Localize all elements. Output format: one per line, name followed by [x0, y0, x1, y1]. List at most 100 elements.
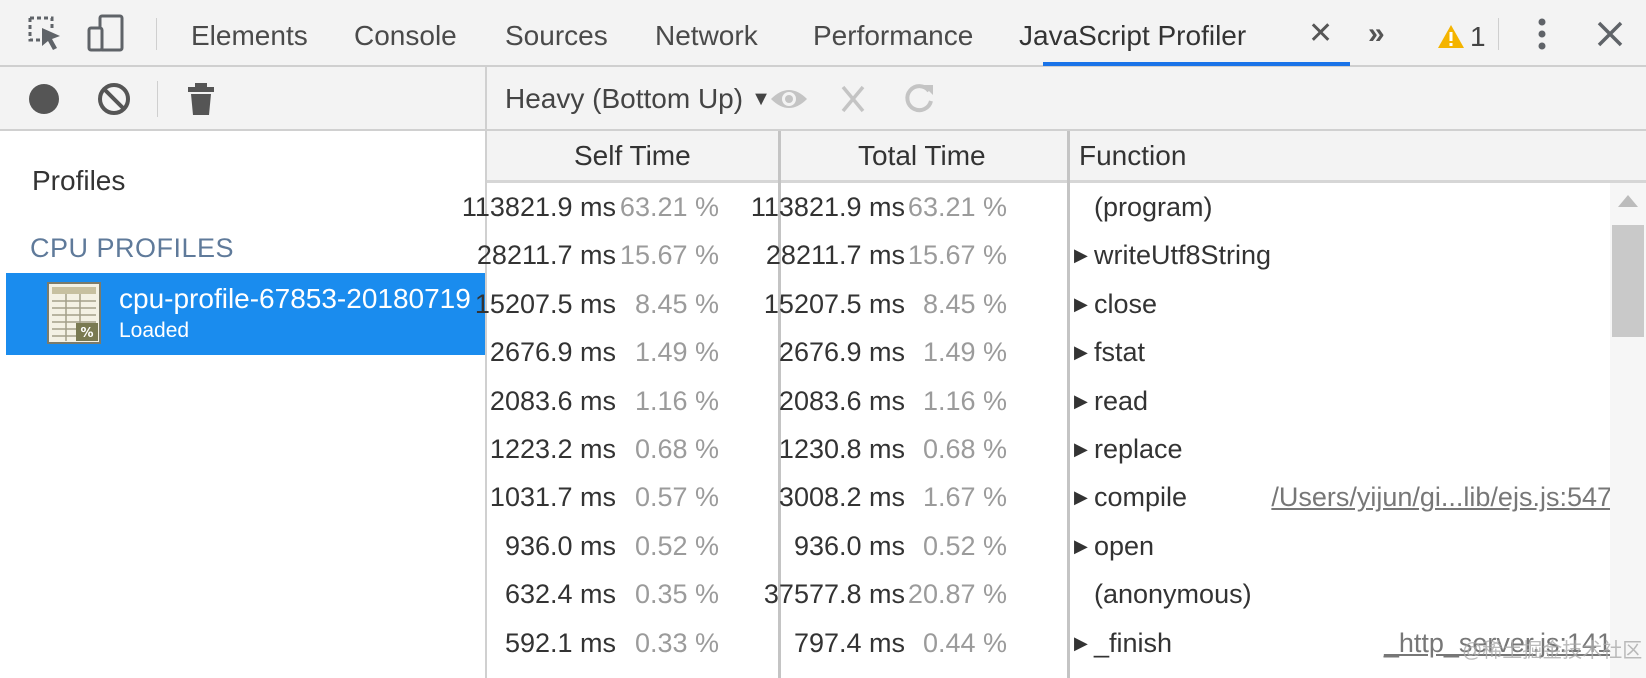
table-row[interactable]: 15207.5 ms 8.45 % 15207.5 ms 8.45 % ▶ clo…	[475, 280, 1612, 328]
devtools-tab-bar: Elements Console Sources Network Perform…	[0, 0, 1646, 67]
warning-count[interactable]: 1	[1470, 17, 1486, 57]
tab-performance[interactable]: Performance	[813, 0, 973, 65]
column-header-self-time[interactable]: Self Time	[574, 131, 691, 180]
function-name: read	[1094, 385, 1149, 416]
profile-item-selected[interactable]: % cpu-profile-67853-20180719 Loaded	[6, 273, 485, 355]
column-header-function[interactable]: Function	[1079, 131, 1186, 180]
self-time-value: 2676.9 ms	[489, 337, 616, 368]
cpu-profile-icon: %	[47, 282, 101, 344]
device-toolbar-icon[interactable]	[86, 14, 126, 54]
function-cell: ▶ compile	[1074, 473, 1187, 524]
function-name: fstat	[1094, 337, 1146, 368]
focus-selected-function-icon[interactable]	[769, 81, 809, 117]
self-time-value: 113821.9 ms	[461, 192, 616, 222]
total-time-value: 797.4 ms	[793, 627, 905, 658]
function-name: compile	[1094, 482, 1188, 513]
expand-triangle-icon[interactable]: ▶	[1074, 377, 1094, 425]
active-tab-indicator	[1043, 62, 1350, 66]
table-row[interactable]: 936.0 ms 0.52 % 936.0 ms 0.52 % ▶ open	[487, 522, 1612, 570]
expand-triangle-icon[interactable]: ▶	[1074, 231, 1094, 279]
close-tab-icon[interactable]: ✕	[1308, 16, 1333, 52]
expand-triangle-icon[interactable]: ▶	[1074, 280, 1094, 328]
total-time-value: 1230.8 ms	[778, 433, 905, 464]
profiles-sidebar: Profiles CPU PROFILES % cpu-profile-6785…	[0, 67, 487, 678]
table-row[interactable]: 1223.2 ms 0.68 % 1230.8 ms 0.68 % ▶ repla…	[487, 425, 1612, 473]
watermark: @稀土掘金技术社区	[1462, 640, 1643, 662]
self-time-value: 15207.5 ms	[474, 288, 616, 319]
profiles-toolbar	[0, 67, 485, 131]
total-time-percent: 63.21 %	[907, 192, 1007, 222]
function-name: (program)	[1094, 192, 1213, 222]
total-time-value: 113821.9 ms	[750, 192, 905, 222]
total-time-value: 15207.5 ms	[763, 288, 905, 319]
function-cell: ▶ fstat	[1074, 328, 1145, 379]
more-options-icon[interactable]	[1530, 14, 1554, 54]
inspect-element-icon[interactable]	[26, 14, 66, 54]
total-time-percent: 0.68 %	[922, 433, 1007, 464]
function-cell: ▶ replace	[1074, 425, 1183, 476]
function-cell: ▶ _finish	[1074, 619, 1172, 670]
tab-sources[interactable]: Sources	[505, 0, 608, 65]
view-mode-select[interactable]: Heavy (Bottom Up) ▼	[505, 79, 771, 122]
toolbar-divider	[156, 18, 157, 50]
expand-triangle-icon[interactable]: ▶	[1074, 619, 1094, 667]
expand-triangle-icon[interactable]: ▶	[1074, 473, 1094, 521]
expand-triangle-icon[interactable]: ▶	[1074, 328, 1094, 376]
tab-console[interactable]: Console	[354, 0, 457, 65]
total-time-percent: 1.16 %	[922, 385, 1007, 416]
profiles-title: Profiles	[32, 165, 126, 196]
total-time-percent: 1.49 %	[922, 337, 1007, 368]
table-row[interactable]: 113821.9 ms 63.21 % 113821.9 ms 63.21 % …	[462, 183, 1612, 231]
expand-triangle-icon[interactable]: ▶	[1074, 425, 1094, 473]
function-cell: ▶ writeUtf8String	[1074, 231, 1271, 282]
self-time-percent: 15.67 %	[619, 240, 719, 271]
function-name: close	[1094, 288, 1158, 319]
self-time-percent: 0.35 %	[634, 579, 719, 610]
total-time-value: 2676.9 ms	[778, 337, 905, 368]
total-time-percent: 8.45 %	[922, 288, 1007, 319]
table-row[interactable]: 28211.7 ms 15.67 % 28211.7 ms 15.67 % ▶ w…	[477, 231, 1612, 282]
self-time-percent: 0.57 %	[634, 482, 719, 513]
toolbar-divider	[1498, 18, 1499, 50]
self-time-percent: 1.16 %	[634, 385, 719, 416]
function-name: writeUtf8String	[1094, 240, 1272, 271]
expand-triangle-icon[interactable]: ▶	[1074, 522, 1094, 570]
toolbar-divider	[157, 81, 158, 117]
function-cell: (anonymous)	[1074, 570, 1252, 618]
column-header-total-time[interactable]: Total Time	[858, 131, 986, 180]
total-time-value: 3008.2 ms	[778, 482, 905, 513]
profile-name: cpu-profile-67853-20180719	[119, 283, 471, 314]
total-time-percent: 15.67 %	[907, 240, 1007, 271]
close-devtools-icon[interactable]	[1590, 14, 1630, 54]
scrollbar-thumb[interactable]	[1612, 225, 1644, 337]
total-time-percent: 1.67 %	[922, 482, 1007, 513]
self-time-value: 1223.2 ms	[489, 433, 616, 464]
tab-network[interactable]: Network	[655, 0, 758, 65]
table-row[interactable]: 2676.9 ms 1.49 % 2676.9 ms 1.49 % ▶ fstat	[487, 328, 1612, 376]
function-name: (anonymous)	[1094, 579, 1252, 610]
self-time-value: 632.4 ms	[504, 579, 616, 610]
table-row[interactable]: 632.4 ms 0.35 % 37577.8 ms 20.87 % (anon…	[487, 570, 1612, 618]
trash-icon[interactable]	[183, 81, 219, 117]
table-row[interactable]: 592.1 ms 0.33 % 797.4 ms 0.44 % ▶ _finish…	[487, 619, 1612, 667]
more-tabs-chevron-icon[interactable]: »	[1368, 14, 1385, 54]
dropdown-arrow-icon: ▼	[751, 88, 771, 110]
scroll-up-arrow-icon[interactable]	[1618, 195, 1638, 207]
table-row[interactable]: 2083.6 ms 1.16 % 2083.6 ms 1.16 % ▶ read	[487, 377, 1612, 425]
warning-icon[interactable]	[1436, 16, 1466, 56]
self-time-value: 2083.6 ms	[489, 385, 616, 416]
tab-elements[interactable]: Elements	[191, 0, 308, 65]
cpu-profiles-header: CPU PROFILES	[30, 233, 235, 263]
total-time-percent: 20.87 %	[907, 579, 1007, 610]
tab-javascript-profiler[interactable]: JavaScript Profiler	[1019, 0, 1246, 65]
self-time-value: 1031.7 ms	[489, 482, 616, 513]
restore-all-functions-icon[interactable]	[899, 81, 939, 117]
total-time-value: 2083.6 ms	[778, 385, 905, 416]
clear-all-icon[interactable]	[96, 81, 132, 117]
profile-view-toolbar: Heavy (Bottom Up) ▼	[487, 67, 1646, 131]
record-icon[interactable]	[26, 81, 62, 117]
self-time-percent: 0.68 %	[634, 433, 719, 464]
source-link[interactable]: /Users/yijun/gi...lib/ejs.js:547	[1271, 473, 1612, 521]
exclude-function-icon[interactable]	[833, 81, 873, 117]
table-row[interactable]: 1031.7 ms 0.57 % 3008.2 ms 1.67 % ▶ compi…	[487, 473, 1612, 521]
